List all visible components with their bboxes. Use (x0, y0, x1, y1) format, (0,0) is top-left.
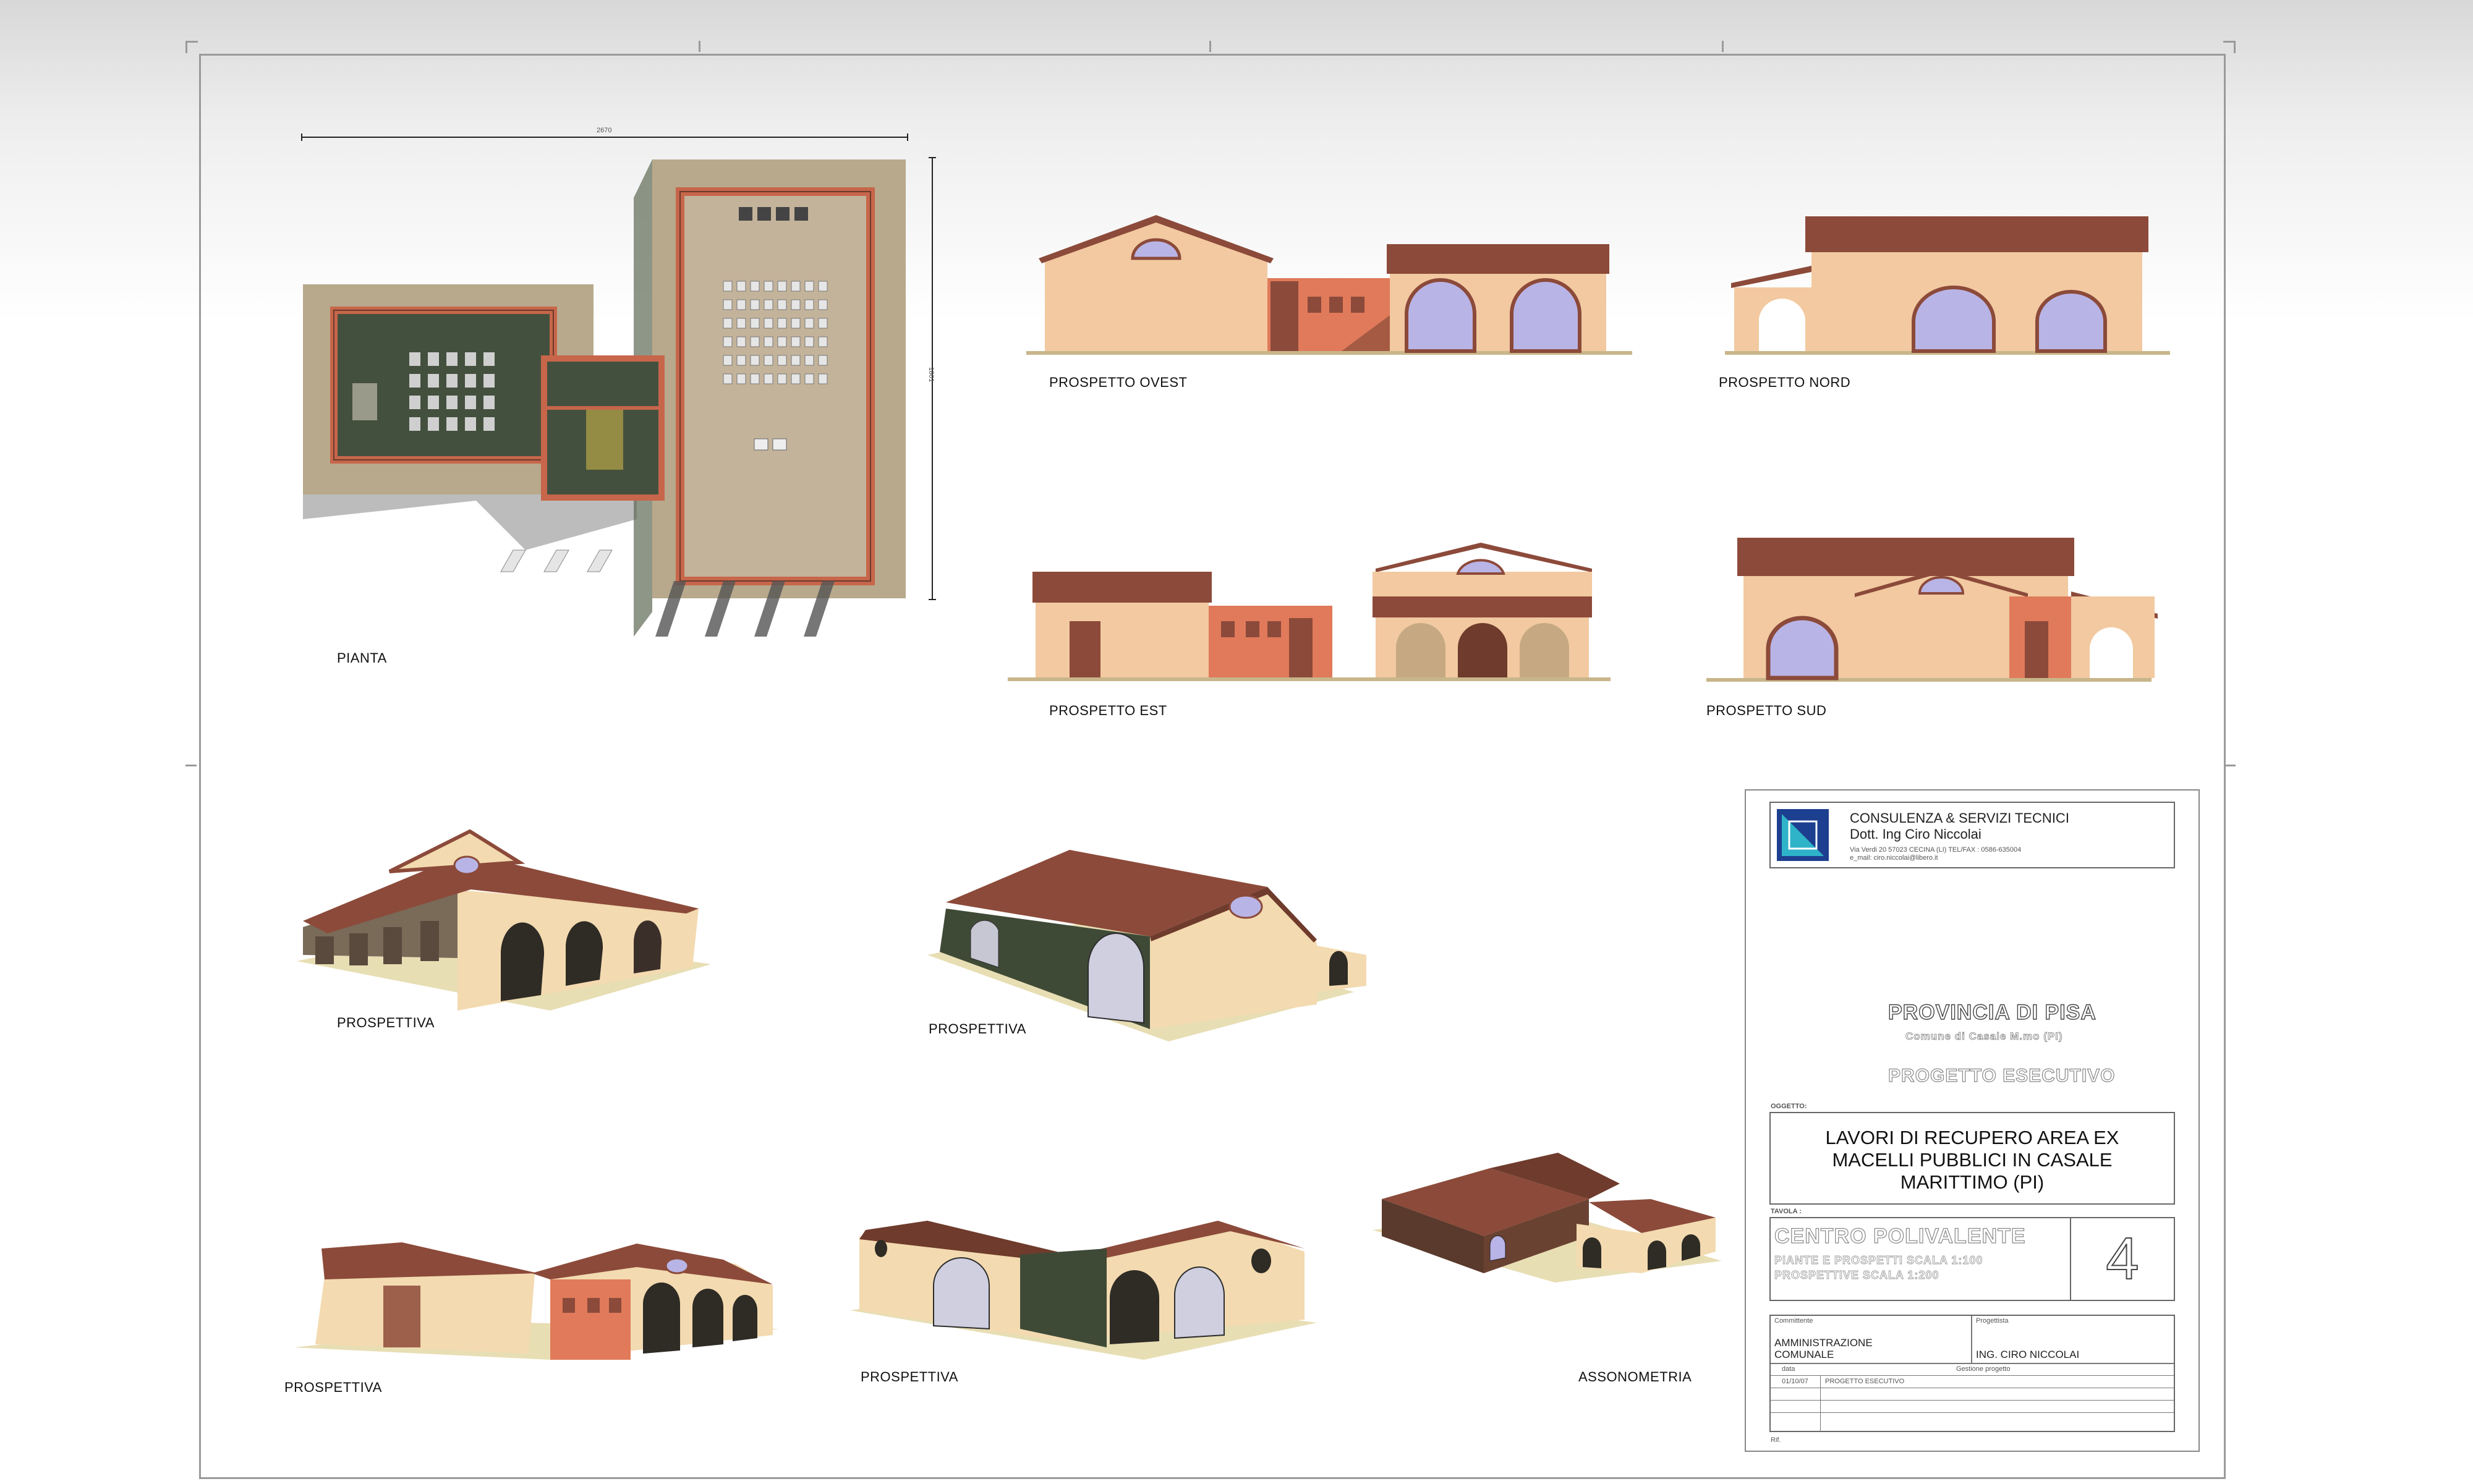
title-block: CONSULENZA & SERVIZI TECNICI Dott. Ing C… (1745, 789, 2200, 1452)
axonometric-view (1373, 1153, 1722, 1283)
file-reference-label: Rif. (1771, 1436, 1781, 1444)
oggetto-line-1: LAVORI DI RECUPERO AREA EX (1825, 1127, 2119, 1148)
table-rule (1771, 1400, 2174, 1401)
table-rule (1771, 1375, 2174, 1376)
tavola-title: CENTRO POLIVALENTE (1774, 1224, 2026, 1248)
elevation-east-label: PROSPETTO EST (1049, 703, 1167, 718)
firm-logo-icon (1777, 809, 1829, 861)
plan-label: PIANTA (337, 650, 387, 666)
revision-date: 01/10/07 (1782, 1378, 1808, 1385)
plan-dimension-side: 1801 (927, 367, 935, 383)
perspective-view-1 (297, 829, 711, 1011)
perspective-4-label: PROSPETTIVA (861, 1369, 958, 1384)
committente-line-1: AMMINISTRAZIONE (1774, 1337, 1873, 1349)
firm-header-box: CONSULENZA & SERVIZI TECNICI Dott. Ing C… (1769, 802, 2175, 868)
table-rule (1771, 1412, 2174, 1413)
municipality-text: Comune di Casale M.mo (PI) (1905, 1030, 2063, 1043)
elevation-north-drawing (1725, 216, 2170, 355)
table-rule (1771, 1363, 2174, 1364)
corner-mark (185, 41, 198, 43)
center-mark (1722, 41, 1724, 52)
project-phase: PROGETTO ESECUTIVO (1888, 1065, 2116, 1086)
plan-dimension-top: 2670 (597, 127, 612, 134)
tavola-number: 4 (2105, 1225, 2139, 1292)
tavola-subtitle-2: PROSPETTIVE SCALA 1:200 (1774, 1269, 1939, 1282)
center-mark (1209, 41, 1211, 52)
gestione-header: Gestione progetto (1956, 1365, 2011, 1373)
center-mark (699, 41, 700, 52)
committente-line-2: COMUNALE (1774, 1349, 1834, 1360)
oggetto-line-3: MARITTIMO (PI) (1900, 1171, 2045, 1193)
perspective-1-label: PROSPETTIVA (337, 1015, 435, 1030)
project-info-table: Committente AMMINISTRAZIONE COMUNALE Pro… (1769, 1315, 2175, 1432)
firm-person: Dott. Ing Ciro Niccolai (1850, 826, 1981, 842)
committente-label: Committente (1774, 1317, 1813, 1325)
elevation-west-label: PROSPETTO OVEST (1049, 375, 1188, 390)
tavola-box: CENTRO POLIVALENTE PIANTE E PROSPETTI SC… (1769, 1217, 2175, 1301)
oggetto-box: LAVORI DI RECUPERO AREA EX MACELLI PUBBL… (1769, 1112, 2175, 1205)
perspective-view-2 (927, 850, 1366, 1041)
progettista-label: Progettista (1976, 1317, 2009, 1325)
center-mark (2224, 765, 2236, 766)
table-divider (1971, 1316, 1972, 1363)
elevation-west-drawing (1026, 215, 1632, 355)
oggetto-text: LAVORI DI RECUPERO AREA EX MACELLI PUBBL… (1771, 1127, 2174, 1194)
elevation-north-label: PROSPETTO NORD (1719, 375, 1851, 390)
elevation-east-drawing (1008, 543, 1611, 681)
oggetto-line-2: MACELLI PUBBLICI IN CASALE (1832, 1149, 2113, 1171)
revision-description: PROGETTO ESECUTIVO (1825, 1378, 1905, 1385)
tavola-label: TAVOLA : (1771, 1208, 1802, 1215)
date-header: data (1782, 1365, 1795, 1373)
tavola-subtitle-1: PIANTE E PROSPETTI SCALA 1:100 (1774, 1254, 1983, 1267)
firm-address: Via Verdi 20 57023 CECINA (LI) TEL/FAX :… (1850, 846, 2022, 854)
perspective-2-label: PROSPETTIVA (929, 1021, 1026, 1037)
corner-mark (2234, 41, 2236, 53)
firm-name: CONSULENZA & SERVIZI TECNICI (1850, 810, 2069, 826)
table-col-rule (1820, 1375, 1821, 1431)
province-title: PROVINCIA DI PISA (1888, 1000, 2096, 1024)
firm-email: e_mail: ciro.niccolai@libero.it (1850, 854, 1938, 862)
elevation-south-label: PROSPETTO SUD (1706, 703, 1827, 718)
progettista-name: ING. CIRO NICCOLAI (1976, 1349, 2080, 1360)
perspective-3-label: PROSPETTIVA (284, 1380, 382, 1395)
axonometric-label: ASSONOMETRIA (1578, 1369, 1692, 1384)
perspective-view-3 (294, 1242, 779, 1360)
elevation-south-drawing (1706, 538, 2158, 682)
oggetto-label: OGGETTO: (1771, 1103, 1807, 1110)
center-mark (185, 765, 197, 766)
corner-mark (185, 41, 187, 53)
floor-plan-drawing (301, 134, 936, 637)
perspective-view-4 (850, 1221, 1317, 1360)
